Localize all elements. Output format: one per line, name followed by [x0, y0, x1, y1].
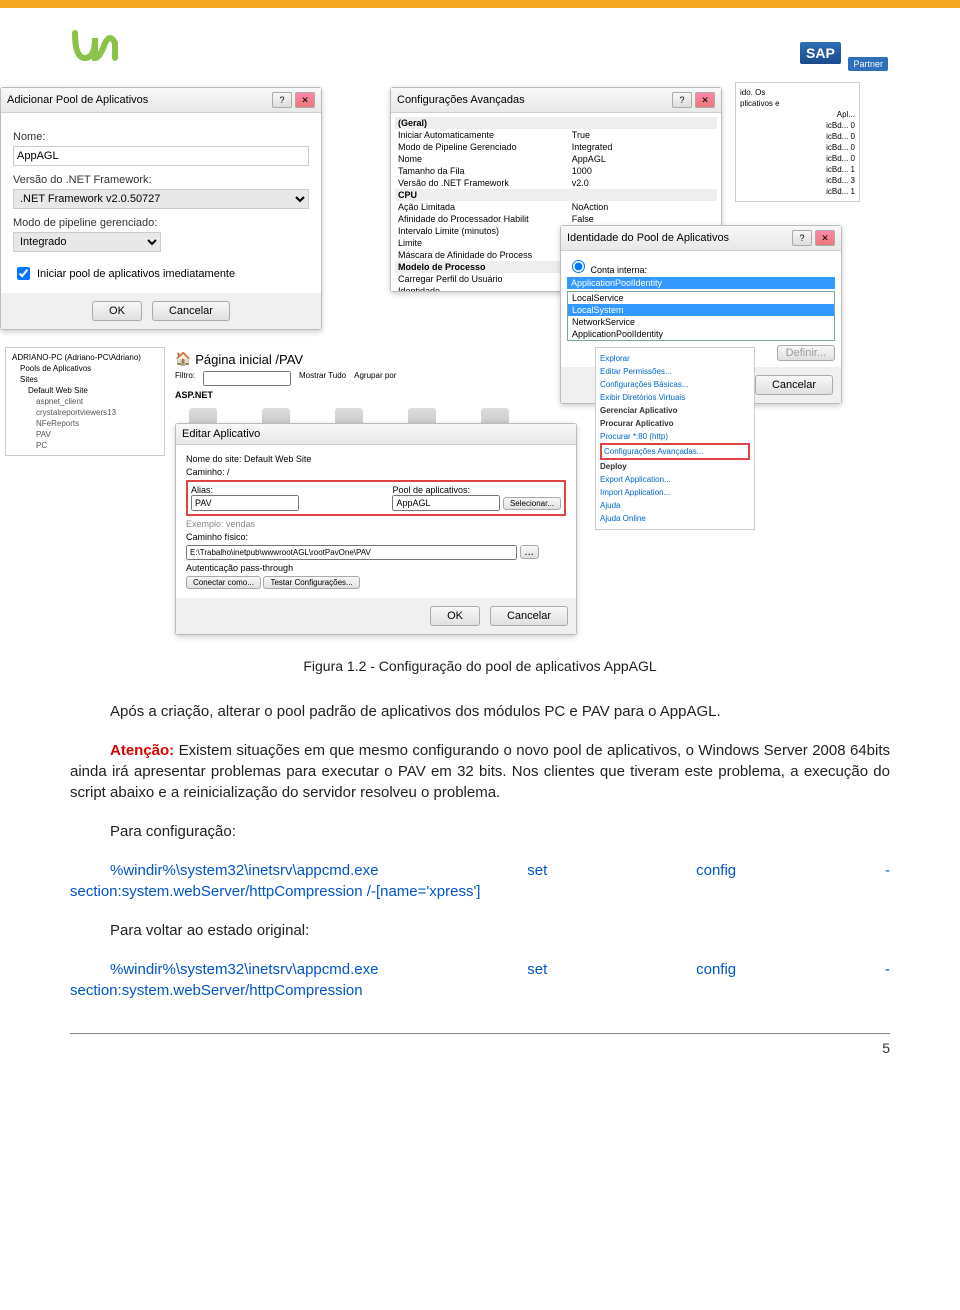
opt-localsystem[interactable]: LocalSystem — [568, 304, 834, 316]
paragraph-attention: Atenção: Existem situações em que mesmo … — [70, 740, 890, 803]
name-input[interactable] — [13, 146, 309, 166]
define-button: Definir... — [777, 345, 835, 361]
action-edit-perm[interactable]: Editar Permissões... — [600, 365, 750, 378]
help-icon[interactable]: ? — [792, 230, 812, 246]
editapp-title: Editar Aplicativo — [182, 428, 260, 440]
cancel-button[interactable]: Cancelar — [152, 301, 230, 321]
select-pool-button[interactable]: Selecionar... — [503, 497, 561, 510]
close-icon[interactable]: ✕ — [295, 92, 315, 108]
close-icon[interactable]: ✕ — [695, 92, 715, 108]
opt-apppoolidentity[interactable]: ApplicationPoolIdentity — [568, 328, 834, 340]
internal-account-label: Conta interna: — [591, 265, 648, 275]
close-icon[interactable]: ✕ — [815, 230, 835, 246]
tree-pc[interactable]: PC — [10, 440, 160, 451]
cancel-button[interactable]: Cancelar — [490, 606, 568, 626]
page-footer: 5 — [0, 1021, 960, 1068]
pipeline-label: Modo de pipeline gerenciado: — [13, 217, 309, 229]
action-import[interactable]: Import Application... — [600, 486, 750, 499]
editapp-titlebar: Editar Aplicativo — [176, 424, 576, 445]
cancel-button[interactable]: Cancelar — [755, 375, 833, 395]
identity-selected[interactable]: ApplicationPoolIdentity — [567, 277, 835, 289]
iis-tree: ADRIANO-PC (Adriano-PC\Adriano) Pools de… — [5, 347, 165, 456]
internal-account-radio[interactable] — [572, 260, 585, 273]
figure-caption: Figura 1.2 - Configuração do pool de apl… — [70, 657, 890, 677]
action-basic-config[interactable]: Configurações Básicas... — [600, 378, 750, 391]
tree-nfe[interactable]: NFeReports — [10, 418, 160, 429]
ok-button[interactable]: OK — [92, 301, 142, 321]
checkbox-label: Iniciar pool de aplicativos imediatament… — [37, 268, 235, 280]
add-pool-dialog: Adicionar Pool de Aplicativos ? ✕ Nome: … — [0, 87, 322, 330]
group-geral: (Geral) — [395, 117, 717, 129]
action-help-online[interactable]: Ajuda Online — [600, 512, 750, 525]
tree-aspnet-client[interactable]: aspnet_client — [10, 396, 160, 407]
edit-app-dialog: Editar Aplicativo Nome do site: Default … — [175, 423, 577, 635]
command-2-line1: %windir%\system32\inetsrv\appcmd.exe set… — [110, 959, 890, 980]
dialog2a-titlebar: Identidade do Pool de Aplicativos ? ✕ — [561, 226, 841, 251]
identity-dropdown: LocalService LocalSystem NetworkService … — [567, 291, 835, 341]
paragraph-3: Para configuração: — [70, 821, 890, 842]
action-help[interactable]: Ajuda — [600, 499, 750, 512]
dialog2a-title: Identidade do Pool de Aplicativos — [567, 232, 729, 244]
dialog1-title: Adicionar Pool de Aplicativos — [7, 94, 148, 106]
deploy-hd: Deploy — [600, 460, 750, 473]
orange-top-bar — [0, 0, 960, 8]
sap-logo-text: SAP — [800, 42, 841, 64]
dialog1-titlebar: Adicionar Pool de Aplicativos ? ✕ — [1, 88, 321, 113]
document-content: Figura 1.2 - Configuração do pool de apl… — [0, 637, 960, 1021]
opt-localservice[interactable]: LocalService — [568, 292, 834, 304]
command-1-line2: section:system.webServer/httpCompression… — [70, 881, 890, 902]
screenshots-area: Adicionar Pool de Aplicativos ? ✕ Nome: … — [0, 87, 960, 637]
command-2-line2: section:system.webServer/httpCompression — [70, 980, 890, 1001]
sap-partner-logo: SAP Partner — [800, 29, 890, 77]
une-logo — [70, 28, 130, 77]
ok-button[interactable]: OK — [430, 606, 480, 626]
help-icon[interactable]: ? — [272, 92, 292, 108]
action-browse-80[interactable]: Procurar *:80 (http) — [600, 430, 750, 443]
action-browse-hd: Procurar Aplicativo — [600, 417, 750, 430]
page-header: SAP Partner — [0, 8, 960, 87]
framework-select[interactable]: .NET Framework v2.0.50727 — [13, 189, 309, 209]
tree-pav[interactable]: PAV — [10, 429, 160, 440]
paragraph-4: Para voltar ao estado original: — [70, 920, 890, 941]
iis-actions-panel: Explorar Editar Permissões... Configuraç… — [595, 347, 755, 530]
home-icon: 🏠 — [175, 351, 191, 367]
filter-input[interactable] — [203, 371, 291, 386]
connect-as-button[interactable]: Conectar como... — [186, 576, 261, 589]
tree-pools[interactable]: Pools de Aplicativos — [10, 363, 160, 374]
tree-root[interactable]: ADRIANO-PC (Adriano-PC\Adriano) — [10, 352, 160, 363]
group-cpu: CPU — [395, 189, 717, 201]
opt-networkservice[interactable]: NetworkService — [568, 316, 834, 328]
iis-page-title: 🏠 Página inicial /PAV — [175, 347, 575, 371]
tree-sites[interactable]: Sites — [10, 374, 160, 385]
side-panel-fragment: ido. Os plicativos e Apl... icBd... 0 ic… — [735, 82, 860, 202]
command-1-line1: %windir%\system32\inetsrv\appcmd.exe set… — [110, 860, 890, 881]
name-label: Nome: — [13, 131, 309, 143]
test-config-button[interactable]: Testar Configurações... — [263, 576, 359, 589]
tree-dws[interactable]: Default Web Site — [10, 385, 160, 396]
action-export[interactable]: Export Application... — [600, 473, 750, 486]
help-icon[interactable]: ? — [672, 92, 692, 108]
action-virtual-dirs[interactable]: Exibir Diretórios Virtuais — [600, 391, 750, 404]
framework-label: Versão do .NET Framework: — [13, 174, 309, 186]
pool-highlight-box: Alias: Pool de aplicativos: Selecionar..… — [186, 480, 566, 516]
action-explore[interactable]: Explorar — [600, 352, 750, 365]
start-immediately-checkbox[interactable] — [17, 267, 30, 280]
attention-label: Atenção: — [110, 742, 174, 759]
dialog2-title: Configurações Avançadas — [397, 94, 525, 106]
pool-input — [392, 495, 500, 511]
aspnet-group: ASP.NET — [175, 390, 575, 400]
dialog2-titlebar: Configurações Avançadas ? ✕ — [391, 88, 721, 113]
action-advanced-config[interactable]: Configurações Avançadas... — [600, 443, 750, 460]
paragraph-1: Após a criação, alterar o pool padrão de… — [70, 701, 890, 722]
alias-input[interactable] — [191, 495, 299, 511]
browse-button[interactable]: ... — [520, 545, 539, 559]
pipeline-select[interactable]: Integrado — [13, 232, 161, 252]
iis-manager-area: ADRIANO-PC (Adriano-PC\Adriano) Pools de… — [5, 347, 765, 607]
paragraph-2-rest: Existem situações em que mesmo configura… — [70, 742, 890, 801]
page-number: 5 — [882, 1040, 890, 1056]
action-manage-hd: Gerenciar Aplicativo — [600, 404, 750, 417]
partner-text: Partner — [848, 57, 888, 71]
tree-crystal[interactable]: crystalreportviewers13 — [10, 407, 160, 418]
physical-path-input[interactable] — [186, 545, 517, 560]
